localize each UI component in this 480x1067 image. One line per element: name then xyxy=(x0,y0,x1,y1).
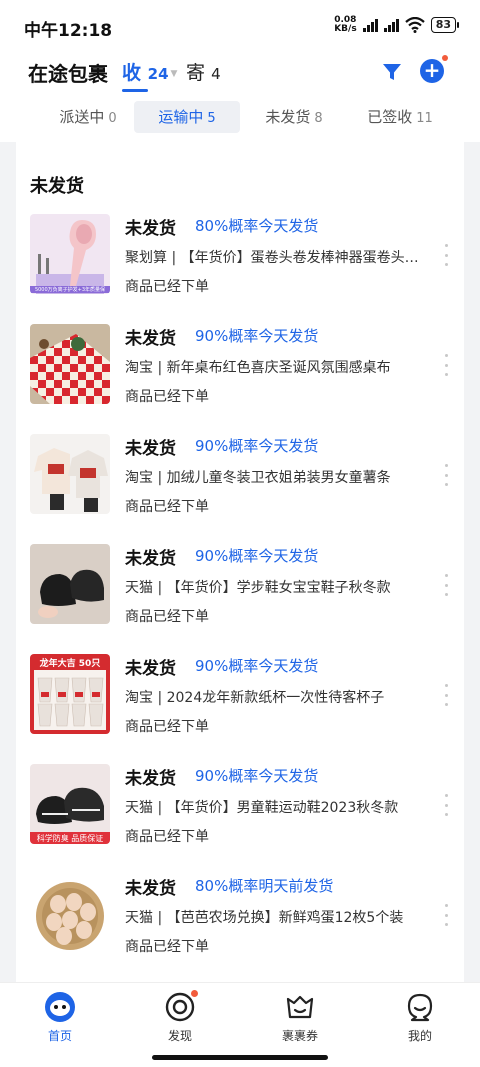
package-item[interactable]: 未发货 90%概率今天发货 淘宝 | 新年桌布红色喜庆圣诞风氛围感桌布 商品已经… xyxy=(16,324,464,434)
item-description: 聚划算 | 【年货价】蛋卷头卷发棒神器蛋卷头卷发棒神器 xyxy=(125,250,425,266)
subtab-in-transit[interactable]: 运输中 5 xyxy=(134,101,240,133)
nav-coupon[interactable]: 裹裹券 xyxy=(260,991,340,1044)
item-description: 淘宝 | 2024龙年新款纸杯一次性待客杯子 xyxy=(125,690,385,706)
status-bar: 中午12:18 0.08 KB/s 83 xyxy=(0,0,480,52)
more-options-icon[interactable] xyxy=(442,244,450,266)
item-description: 天猫 | 【年货价】男童鞋运动鞋2023秋冬款 xyxy=(125,800,399,816)
more-options-icon[interactable] xyxy=(442,684,450,706)
item-probability: 90%概率今天发货 xyxy=(195,327,319,345)
item-status: 未发货 xyxy=(125,549,176,569)
item-description: 天猫 | 【年货价】学步鞋女宝宝鞋子秋冬款 xyxy=(125,580,391,596)
thumb-banner-text: 龙年大吉 50只 xyxy=(39,659,101,669)
item-probability: 90%概率今天发货 xyxy=(195,547,319,565)
item-probability: 90%概率今天发货 xyxy=(195,657,319,675)
network-speed: 0.08 KB/s xyxy=(334,15,357,34)
tab-receive-count: 24 xyxy=(147,65,169,83)
item-subtext: 商品已经下单 xyxy=(125,389,209,405)
profile-icon xyxy=(404,991,436,1023)
tab-receive[interactable]: 收 24 ▼ xyxy=(122,58,177,85)
home-icon xyxy=(44,991,76,1023)
item-probability: 80%概率明天前发货 xyxy=(195,877,334,895)
thumb-banner-text: 5000万负离子护发+3年质量保 xyxy=(30,286,110,293)
item-subtext: 商品已经下单 xyxy=(125,279,209,295)
item-subtext: 商品已经下单 xyxy=(125,939,209,955)
item-probability: 90%概率今天发货 xyxy=(195,437,319,455)
package-item[interactable]: 5000万负离子护发+3年质量保 未发货 80%概率今天发货 聚划算 | 【年货… xyxy=(16,214,464,324)
package-item[interactable]: 未发货 90%概率今天发货 天猫 | 【年货价】学步鞋女宝宝鞋子秋冬款 商品已经… xyxy=(16,544,464,654)
coupon-icon xyxy=(284,991,316,1023)
package-item[interactable]: 龙年大吉 50只 未发货 90%概率今天发货 淘宝 | 2024龙年新款纸杯一次… xyxy=(16,654,464,764)
item-status: 未发货 xyxy=(125,659,176,679)
signal-icon xyxy=(362,18,378,32)
item-description: 淘宝 | 加绒儿童冬装卫衣姐弟装男女童薯条 xyxy=(125,470,391,486)
eggs-product-icon xyxy=(30,874,110,954)
more-options-icon[interactable] xyxy=(442,354,450,376)
item-subtext: 商品已经下单 xyxy=(125,719,209,735)
wifi-icon xyxy=(404,17,425,33)
item-subtext: 商品已经下单 xyxy=(125,829,209,845)
item-description: 淘宝 | 新年桌布红色喜庆圣诞风氛围感桌布 xyxy=(125,360,391,376)
nav-profile[interactable]: 我的 xyxy=(380,991,460,1044)
gesture-home-bar[interactable] xyxy=(152,1055,328,1060)
baby-shoes-product-icon xyxy=(30,544,110,624)
nav-home[interactable]: 首页 xyxy=(20,991,100,1044)
package-item[interactable]: 未发货 90%概率今天发货 淘宝 | 加绒儿童冬装卫衣姐弟装男女童薯条 商品已经… xyxy=(16,434,464,544)
more-options-icon[interactable] xyxy=(442,794,450,816)
item-status: 未发货 xyxy=(125,219,176,239)
chevron-down-icon[interactable]: ▼ xyxy=(171,69,178,79)
item-description: 天猫 | 【芭芭农场兑换】新鲜鸡蛋12枚5个装 xyxy=(125,910,404,926)
status-time: 中午12:18 xyxy=(24,21,113,41)
section-title: 未发货 xyxy=(30,176,84,197)
status-subtabs: 派送中 0 运输中 5 未发货 8 已签收 11 xyxy=(0,98,480,142)
subtab-not-shipped[interactable]: 未发货 8 xyxy=(246,101,342,133)
item-status: 未发货 xyxy=(125,879,176,899)
notification-dot xyxy=(442,55,448,61)
more-options-icon[interactable] xyxy=(442,464,450,486)
item-probability: 90%概率今天发货 xyxy=(195,767,319,785)
discover-icon xyxy=(164,990,198,1023)
package-item[interactable]: 科学防臭 品质保证 未发货 90%概率今天发货 天猫 | 【年货价】男童鞋运动鞋… xyxy=(16,764,464,874)
page-title: 在途包裹 xyxy=(28,62,108,86)
item-status: 未发货 xyxy=(125,769,176,789)
more-options-icon[interactable] xyxy=(442,574,450,596)
subtab-signed[interactable]: 已签收 11 xyxy=(352,101,448,133)
battery-indicator: 83 xyxy=(430,17,460,33)
curling-iron-product-icon: 5000万负离子护发+3年质量保 xyxy=(30,214,110,294)
filter-icon[interactable] xyxy=(380,60,404,84)
paper-cups-product-icon: 龙年大吉 50只 xyxy=(30,654,110,734)
active-tab-indicator xyxy=(122,89,148,92)
item-status: 未发货 xyxy=(125,329,176,349)
more-options-icon[interactable] xyxy=(442,904,450,926)
header: 在途包裹 收 24 ▼ 寄 4 + xyxy=(0,52,480,98)
add-button[interactable]: + xyxy=(420,59,444,83)
nav-discover[interactable]: 发现 xyxy=(140,990,220,1044)
subtab-delivering[interactable]: 派送中 0 xyxy=(38,101,138,133)
item-probability: 80%概率今天发货 xyxy=(195,217,319,235)
tab-send-count: 4 xyxy=(211,65,221,83)
item-subtext: 商品已经下单 xyxy=(125,609,209,625)
package-item[interactable]: 未发货 80%概率明天前发货 天猫 | 【芭芭农场兑换】新鲜鸡蛋12枚5个装 商… xyxy=(16,874,464,984)
kids-sweater-product-icon xyxy=(30,434,110,514)
package-list: 未发货 5000万负离子护发+3年质量保 未发货 80%概率今天发货 聚划算 |… xyxy=(16,142,464,990)
signal-icon-2 xyxy=(383,18,399,32)
thumb-banner-text: 科学防臭 品质保证 xyxy=(36,834,104,843)
tablecloth-product-icon xyxy=(30,324,110,404)
kids-sneakers-product-icon: 科学防臭 品质保证 xyxy=(30,764,110,844)
item-subtext: 商品已经下单 xyxy=(125,499,209,515)
item-status: 未发货 xyxy=(125,439,176,459)
status-indicators: 0.08 KB/s 83 xyxy=(334,15,460,34)
notification-dot xyxy=(191,990,198,997)
tab-send[interactable]: 寄 4 xyxy=(186,58,221,85)
